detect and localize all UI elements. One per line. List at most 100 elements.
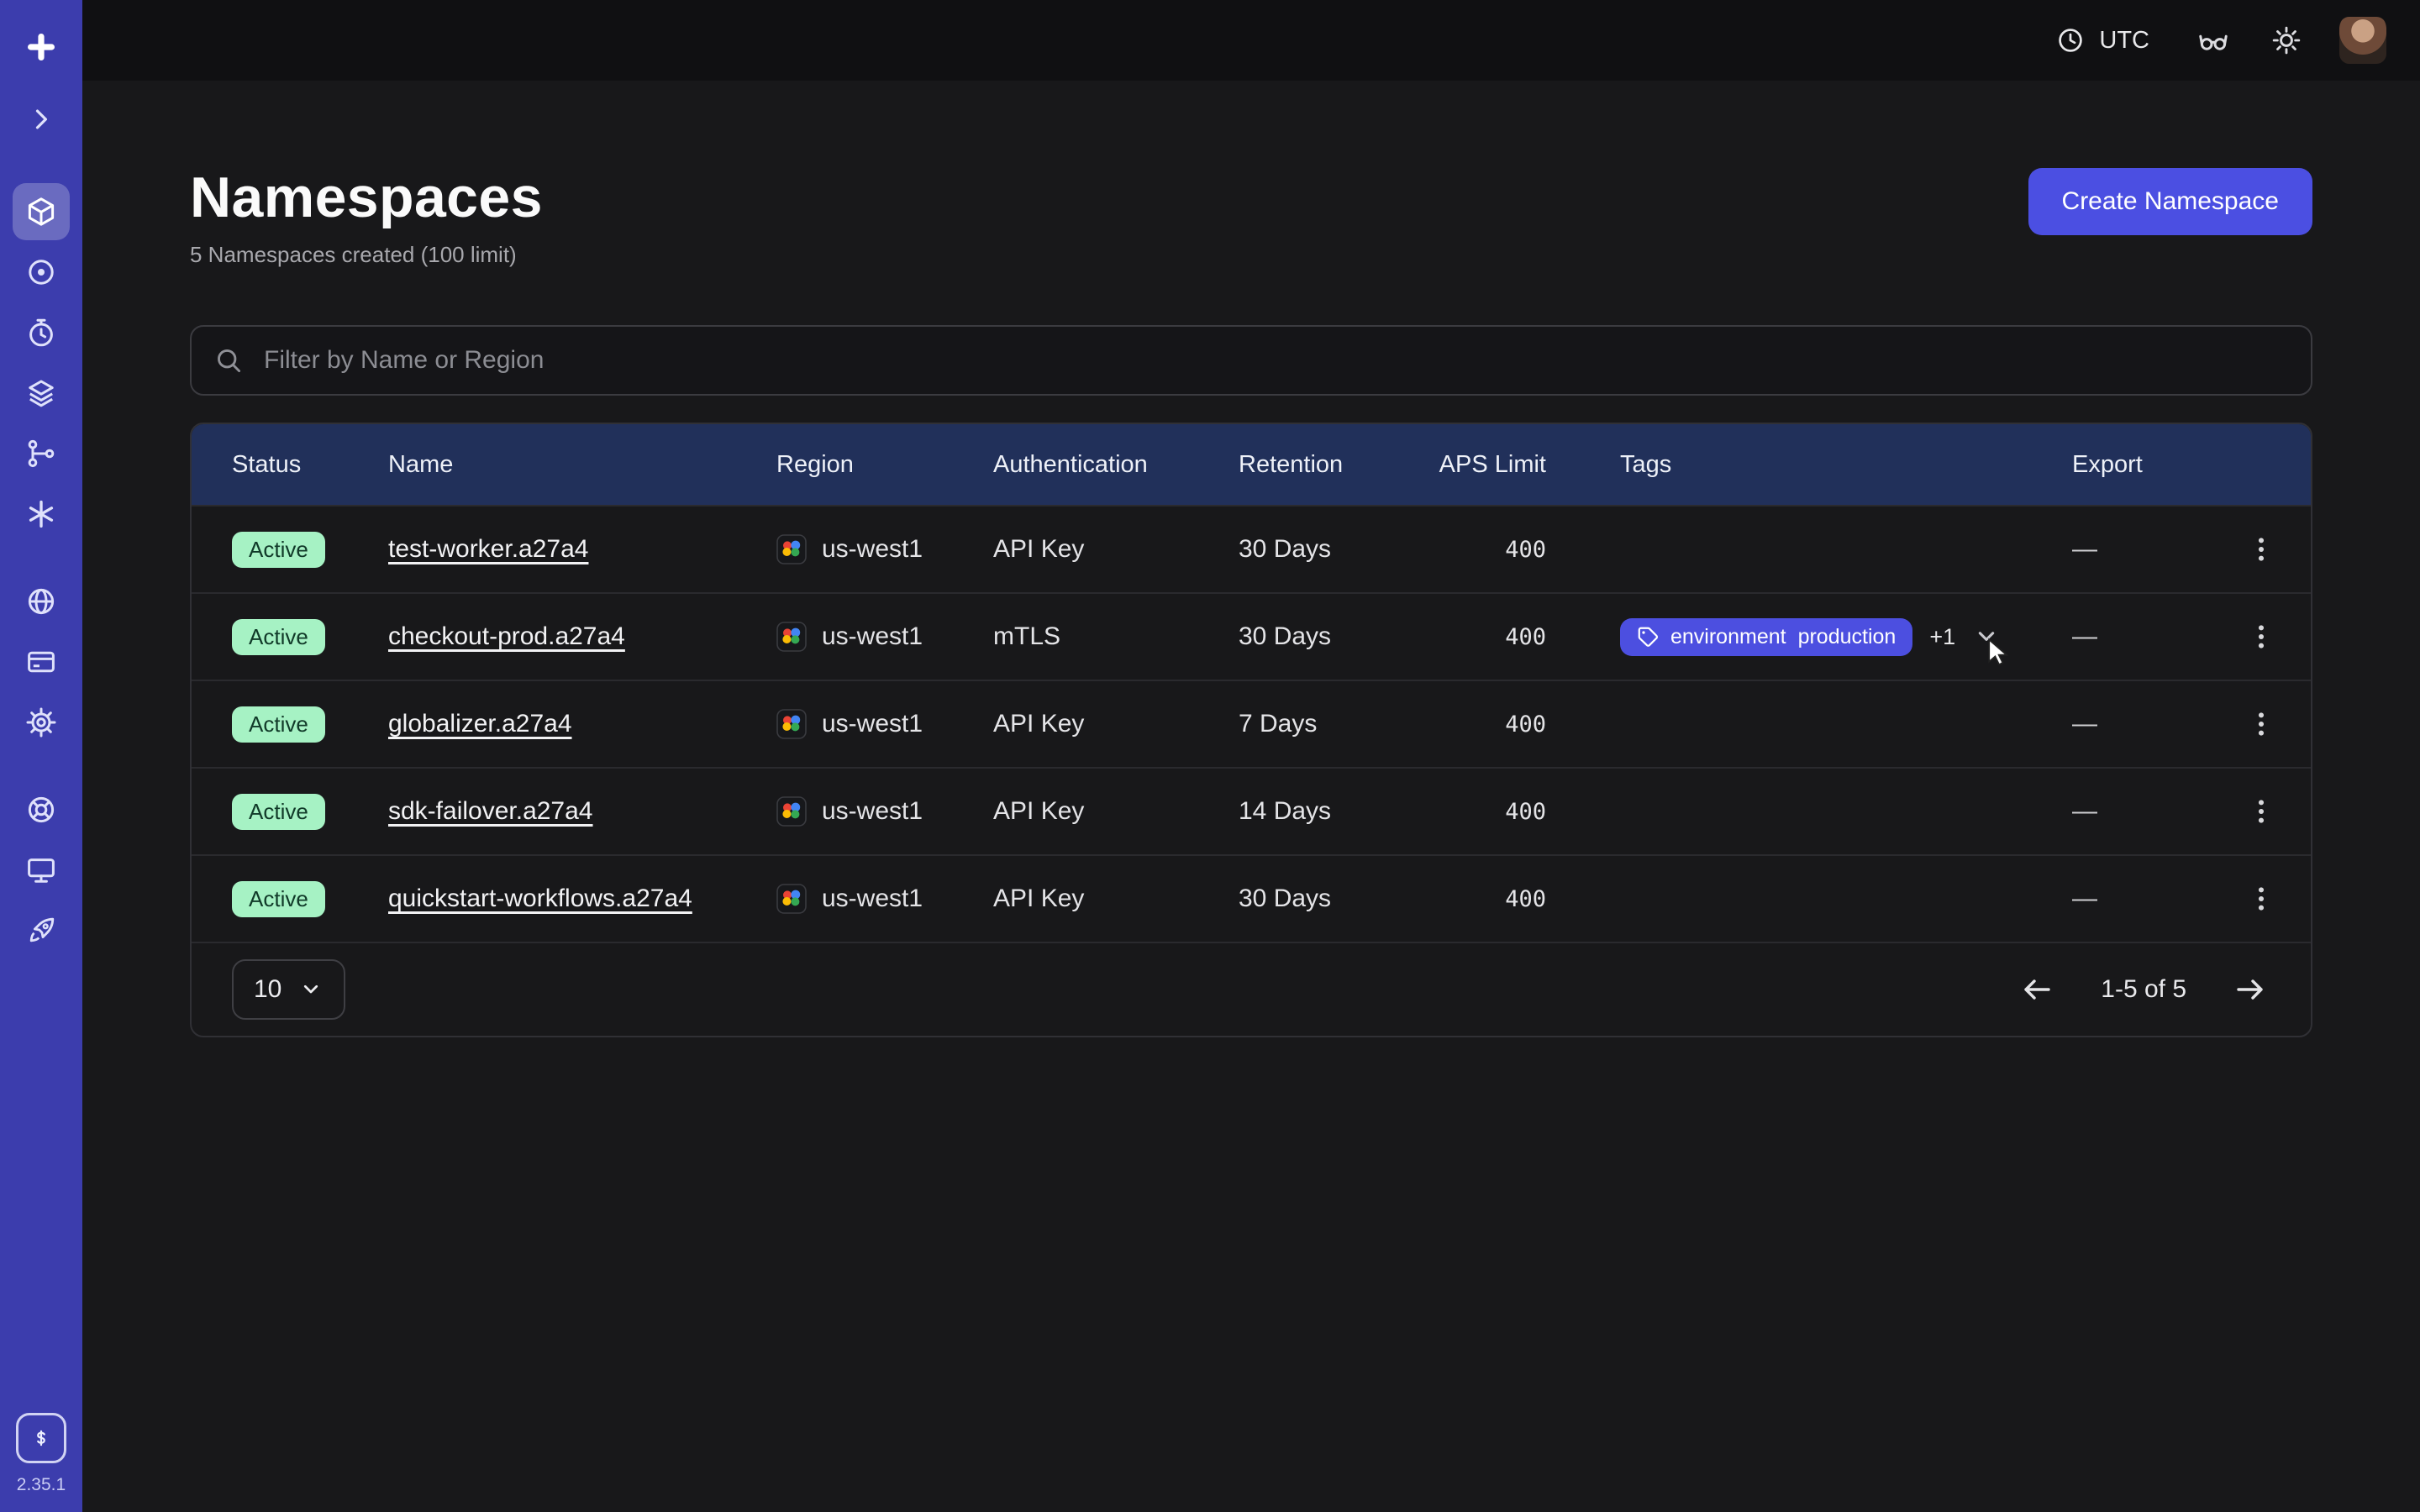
row-menu-button[interactable] xyxy=(2238,614,2284,659)
previous-page-button[interactable] xyxy=(2017,969,2057,1010)
aps-limit-cell: 400 xyxy=(1423,624,1546,650)
page-size-value: 10 xyxy=(254,975,281,1004)
retention-cell: 7 Days xyxy=(1239,710,1423,738)
retention-cell: 14 Days xyxy=(1239,797,1423,826)
app-window: 2.35.1 UTC Namespaces 5 Namespaces creat… xyxy=(0,0,2420,1512)
sidebar-expand-button[interactable] xyxy=(13,91,70,148)
chevron-down-icon[interactable] xyxy=(1972,622,2001,651)
page-subtitle: 5 Namespaces created (100 limit) xyxy=(190,242,543,268)
sidebar-item-settings[interactable] xyxy=(13,694,70,751)
export-cell: — xyxy=(2072,535,2217,564)
status-badge: Active xyxy=(232,532,325,568)
region-label: us-west1 xyxy=(822,622,923,651)
row-menu-button[interactable] xyxy=(2238,876,2284,921)
namespaces-table: Status Name Region Authentication Retent… xyxy=(190,423,2312,1037)
region-label: us-west1 xyxy=(822,885,923,913)
sidebar: 2.35.1 xyxy=(0,0,82,1512)
pagination-range: 1-5 of 5 xyxy=(2101,975,2186,1004)
namespace-link[interactable]: checkout-prod.a27a4 xyxy=(388,622,625,650)
sidebar-item-docs[interactable] xyxy=(13,842,70,899)
table-row: Active quickstart-workflows.a27a4 us-wes… xyxy=(192,854,2311,942)
tag-pill[interactable]: environment production xyxy=(1620,618,1912,656)
tag-value: production xyxy=(1798,625,1897,649)
theme-toggle-sun-icon[interactable] xyxy=(2267,21,2306,60)
sidebar-item-regions[interactable] xyxy=(13,573,70,630)
retention-cell: 30 Days xyxy=(1239,535,1423,564)
region-cell: us-west1 xyxy=(776,534,993,564)
column-header-status: Status xyxy=(232,451,388,479)
region-cell: us-west1 xyxy=(776,622,993,652)
search-bar xyxy=(190,325,2312,396)
export-cell: — xyxy=(2072,885,2217,913)
auth-cell: API Key xyxy=(993,885,1239,913)
gcp-icon xyxy=(776,884,807,914)
page-size-select[interactable]: 10 xyxy=(232,959,345,1020)
export-cell: — xyxy=(2072,710,2217,738)
aps-limit-cell: 400 xyxy=(1423,537,1546,563)
usage-dollar-icon[interactable] xyxy=(16,1413,66,1463)
gcp-icon xyxy=(776,534,807,564)
status-badge: Active xyxy=(232,794,325,830)
create-namespace-button[interactable]: Create Namespace xyxy=(2028,168,2312,235)
search-input[interactable] xyxy=(260,344,2289,376)
status-badge: Active xyxy=(232,881,325,917)
region-label: us-west1 xyxy=(822,797,923,826)
next-page-button[interactable] xyxy=(2230,969,2270,1010)
timezone-label: UTC xyxy=(2099,27,2149,55)
region-cell: us-west1 xyxy=(776,709,993,739)
region-label: us-west1 xyxy=(822,710,923,738)
gcp-icon xyxy=(776,709,807,739)
status-badge: Active xyxy=(232,706,325,743)
table-row: Active sdk-failover.a27a4 us-west1 API K… xyxy=(192,767,2311,854)
auth-cell: API Key xyxy=(993,535,1239,564)
aps-limit-cell: 400 xyxy=(1423,799,1546,825)
sidebar-item-support[interactable] xyxy=(13,781,70,838)
table-footer: 10 1-5 of 5 xyxy=(192,942,2311,1036)
tags-cell: environment production +1 xyxy=(1546,618,2072,656)
version-label: 2.35.1 xyxy=(17,1475,66,1495)
search-icon xyxy=(213,345,244,375)
tag-label: environment xyxy=(1670,625,1786,649)
table-row: Active checkout-prod.a27a4 us-west1 mTLS… xyxy=(192,592,2311,680)
sidebar-item-batch[interactable] xyxy=(13,486,70,543)
row-menu-button[interactable] xyxy=(2238,789,2284,834)
temporal-logo[interactable] xyxy=(13,18,70,76)
namespace-link[interactable]: globalizer.a27a4 xyxy=(388,710,572,738)
aps-limit-cell: 400 xyxy=(1423,711,1546,738)
region-cell: us-west1 xyxy=(776,884,993,914)
row-menu-button[interactable] xyxy=(2238,527,2284,572)
column-header-authentication: Authentication xyxy=(993,451,1239,479)
sidebar-item-deployments[interactable] xyxy=(13,365,70,422)
glasses-icon[interactable] xyxy=(2193,20,2233,60)
retention-cell: 30 Days xyxy=(1239,622,1423,651)
aps-limit-cell: 400 xyxy=(1423,886,1546,912)
table-row: Active test-worker.a27a4 us-west1 API Ke… xyxy=(192,505,2311,592)
page-title: Namespaces xyxy=(190,165,543,230)
export-cell: — xyxy=(2072,797,2217,826)
avatar[interactable] xyxy=(2339,17,2386,64)
sidebar-item-namespaces[interactable] xyxy=(13,183,70,240)
tag-icon xyxy=(1637,626,1659,648)
sidebar-item-getting-started[interactable] xyxy=(13,902,70,959)
export-cell: — xyxy=(2072,622,2217,651)
row-menu-button[interactable] xyxy=(2238,701,2284,747)
topbar: UTC xyxy=(82,0,2420,81)
status-badge: Active xyxy=(232,619,325,655)
retention-cell: 30 Days xyxy=(1239,885,1423,913)
sidebar-item-billing[interactable] xyxy=(13,633,70,690)
gcp-icon xyxy=(776,796,807,827)
table-row: Active globalizer.a27a4 us-west1 API Key… xyxy=(192,680,2311,767)
sidebar-item-nexus[interactable] xyxy=(13,244,70,301)
auth-cell: mTLS xyxy=(993,622,1239,651)
chevron-down-icon xyxy=(298,977,324,1002)
column-header-export: Export xyxy=(2072,451,2217,479)
namespace-link[interactable]: test-worker.a27a4 xyxy=(388,535,588,563)
sidebar-item-schedules[interactable] xyxy=(13,304,70,361)
namespace-link[interactable]: sdk-failover.a27a4 xyxy=(388,797,593,825)
column-header-tags: Tags xyxy=(1546,451,2072,479)
column-header-name: Name xyxy=(388,451,776,479)
sidebar-item-workflows[interactable] xyxy=(13,425,70,482)
namespace-link[interactable]: quickstart-workflows.a27a4 xyxy=(388,885,692,912)
clock-icon xyxy=(2055,25,2086,55)
timezone-button[interactable]: UTC xyxy=(2045,24,2160,57)
